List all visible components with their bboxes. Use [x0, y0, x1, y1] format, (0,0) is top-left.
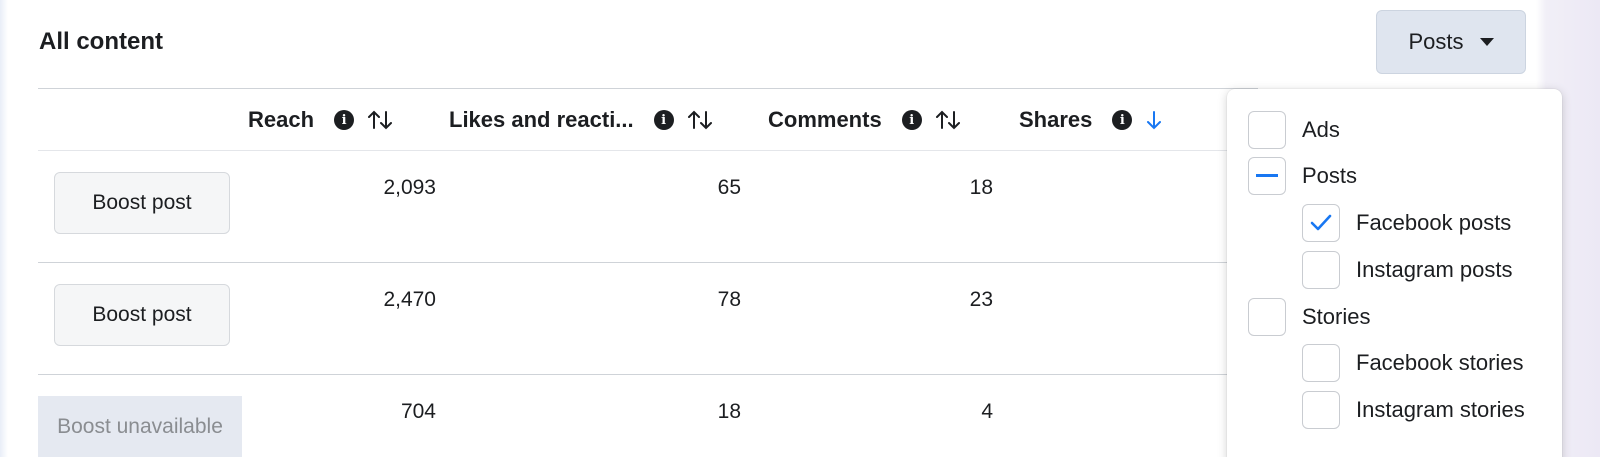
boost-post-button[interactable]: Boost post	[54, 284, 230, 346]
column-header-label: Likes and reacti...	[449, 107, 634, 132]
option-label: Instagram posts	[1356, 257, 1513, 282]
option-facebook-stories[interactable]: Facebook stories	[1302, 344, 1524, 382]
likes-cell: 78	[717, 288, 741, 311]
reach-cell: 704	[400, 400, 436, 423]
reach-cell: 2,470	[383, 288, 436, 311]
content-type-filter-button[interactable]: Posts	[1376, 10, 1526, 74]
checkbox[interactable]	[1302, 344, 1340, 382]
comments-cell: 18	[969, 176, 993, 199]
row-divider	[38, 374, 1258, 375]
likes-cell: 65	[717, 176, 741, 199]
option-instagram-posts[interactable]: Instagram posts	[1302, 251, 1513, 289]
checkbox-checked[interactable]	[1302, 204, 1340, 242]
header-divider	[38, 150, 1258, 151]
info-icon[interactable]: i	[653, 110, 674, 130]
option-label: Posts	[1302, 163, 1358, 188]
option-facebook-posts[interactable]: Facebook posts	[1302, 204, 1511, 242]
table-top-divider	[38, 88, 1258, 89]
page: All content Posts Reach i Likes and reac…	[0, 0, 1600, 457]
info-icon[interactable]: i	[901, 110, 922, 130]
option-label: Facebook posts	[1356, 210, 1512, 235]
checkbox[interactable]	[1302, 391, 1340, 429]
sort-icon[interactable]	[686, 109, 714, 131]
option-instagram-stories[interactable]: Instagram stories	[1302, 391, 1525, 429]
column-header-label: Comments	[768, 107, 882, 132]
reach-cell: 2,093	[383, 176, 436, 199]
caret-down-icon	[1479, 38, 1494, 46]
sort-icon[interactable]	[366, 109, 394, 131]
checkmark-icon	[1310, 214, 1332, 231]
column-header-comments[interactable]: Comments i	[768, 104, 962, 136]
info-icon[interactable]: i	[334, 110, 355, 130]
section-title: All content	[39, 28, 163, 55]
checkbox-indeterminate[interactable]	[1248, 157, 1286, 195]
likes-cell: 18	[717, 400, 741, 423]
checkbox[interactable]	[1248, 111, 1286, 149]
option-stories[interactable]: Stories	[1248, 298, 1370, 336]
comments-cell: 23	[969, 288, 993, 311]
option-label: Stories	[1302, 304, 1371, 329]
option-label: Ads	[1302, 117, 1340, 142]
checkbox[interactable]	[1248, 298, 1286, 336]
sort-descending-icon[interactable]	[1144, 109, 1164, 131]
info-icon[interactable]: i	[1112, 110, 1133, 130]
option-label: Facebook stories	[1356, 350, 1524, 375]
boost-post-button[interactable]: Boost post	[54, 172, 230, 234]
column-header-label: Reach	[248, 107, 315, 132]
checkbox[interactable]	[1302, 251, 1340, 289]
option-posts[interactable]: Posts	[1248, 157, 1357, 195]
row-divider	[38, 262, 1258, 263]
boost-unavailable-label: Boost unavailable	[38, 396, 242, 457]
option-ads[interactable]: Ads	[1248, 111, 1340, 149]
content-type-dropdown: Ads Posts Facebook posts Instagram posts…	[1227, 89, 1562, 457]
filter-button-label: Posts	[1408, 29, 1464, 54]
sort-icon[interactable]	[934, 109, 962, 131]
minus-icon	[1256, 174, 1278, 177]
column-header-likes[interactable]: Likes and reacti... i	[449, 104, 714, 136]
comments-cell: 4	[981, 400, 993, 423]
option-label: Instagram stories	[1356, 397, 1525, 422]
column-header-label: Shares	[1019, 107, 1093, 132]
column-header-reach[interactable]: Reach i	[248, 104, 394, 136]
column-header-shares[interactable]: Shares i	[1019, 104, 1164, 136]
